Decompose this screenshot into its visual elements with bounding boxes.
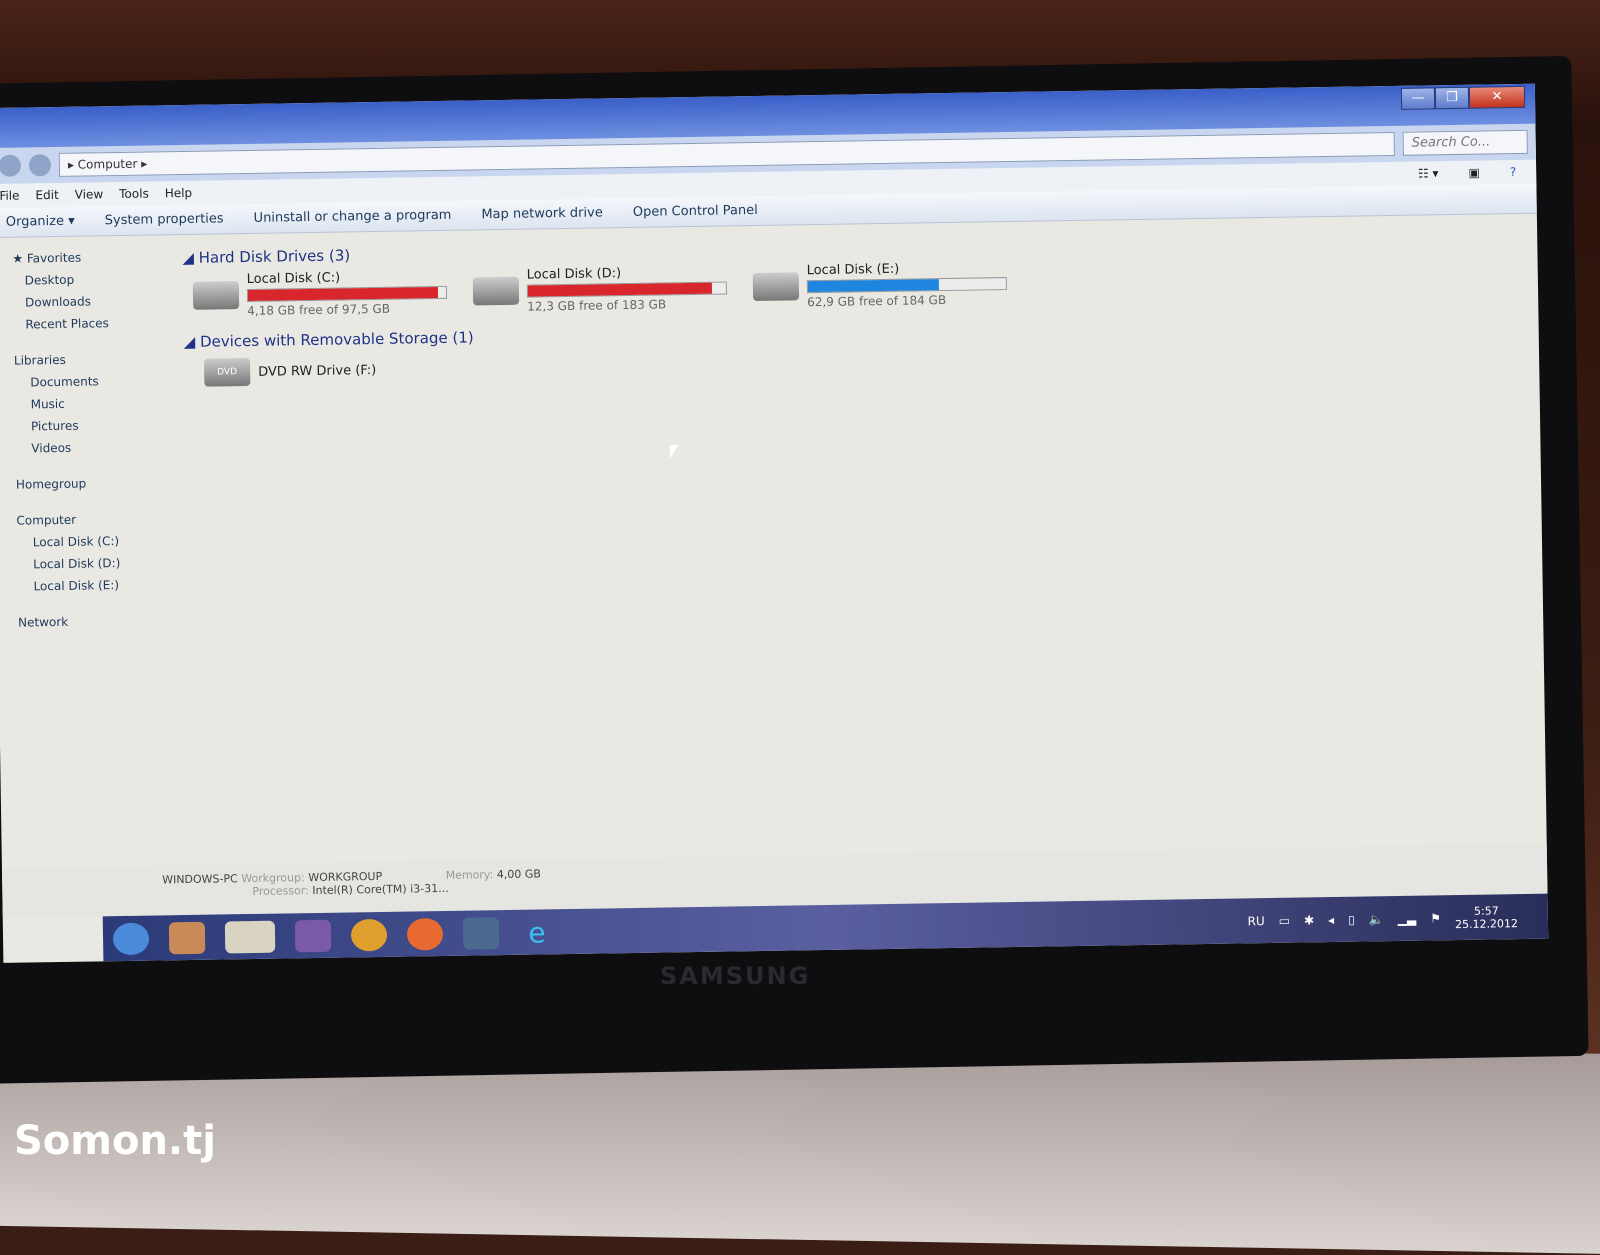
nav-downloads[interactable]: Downloads: [13, 289, 173, 314]
nav-music[interactable]: Music: [14, 391, 174, 416]
nav-network[interactable]: Network: [18, 609, 178, 634]
hard-disk-drive[interactable]: Local Disk (E:) 62,9 GB free of 184 GB: [752, 260, 1014, 310]
removable-group-header[interactable]: ◢ Devices with Removable Storage (1): [184, 312, 1539, 351]
nav-libraries[interactable]: Libraries: [14, 347, 174, 372]
help-icon[interactable]: ?: [1510, 160, 1517, 184]
organize-button[interactable]: Organize ▾: [6, 207, 75, 237]
processor-value: Intel(R) Core(TM) i3-31...: [312, 881, 449, 898]
drive-name: Local Disk (E:): [806, 261, 900, 279]
drive-name: Local Disk (D:): [526, 266, 622, 283]
menu-tools[interactable]: Tools: [119, 182, 149, 206]
open-control-panel-button[interactable]: Open Control Panel: [633, 196, 759, 227]
drive-usage-fill: [247, 286, 439, 301]
watermark: Somon.tj: [14, 1118, 216, 1164]
nav-local-disk-d[interactable]: Local Disk (D:): [17, 551, 177, 576]
navigation-pane: ★ Favorites Desktop Downloads Recent Pla…: [0, 235, 182, 868]
hard-disk-icon: [752, 272, 800, 302]
nav-desktop[interactable]: Desktop: [13, 267, 173, 292]
nox-icon[interactable]: [462, 916, 500, 950]
menu-view[interactable]: View: [75, 182, 104, 206]
keyboard-icon[interactable]: ▭: [1279, 913, 1291, 927]
drive-usage-fill: [807, 279, 939, 293]
uninstall-program-button[interactable]: Uninstall or change a program: [253, 201, 452, 233]
chrome-icon[interactable]: [350, 918, 388, 951]
clock[interactable]: 5:57 25.12.2012: [1455, 904, 1518, 931]
network-icon[interactable]: ▁▃: [1398, 911, 1417, 925]
menu-edit[interactable]: Edit: [35, 183, 59, 207]
nav-recent-places[interactable]: Recent Places: [13, 311, 173, 336]
volume-icon[interactable]: 🔈: [1369, 912, 1384, 926]
drive-name: DVD RW Drive (F:): [258, 362, 377, 380]
internet-explorer-icon[interactable]: e: [519, 916, 555, 949]
memory-label: Memory:: [445, 868, 494, 882]
processor-label: Processor:: [252, 884, 309, 898]
visual-studio-icon[interactable]: [294, 919, 332, 952]
explorer-icon[interactable]: [224, 920, 276, 953]
start-button[interactable]: [112, 922, 150, 955]
screen: — ❐ ✕ ▸ Computer ▸ Search Co... File Edi…: [0, 83, 1549, 963]
arrow-icon[interactable]: ◂: [1328, 912, 1334, 926]
preview-pane-icon[interactable]: ▣: [1468, 161, 1480, 185]
system-tray: RU ▭ ✱ ◂ ▯ 🔈 ▁▃ ⚑ 5:57 25.12.2012: [1247, 903, 1548, 934]
system-properties-button[interactable]: System properties: [104, 204, 224, 235]
menu-file[interactable]: File: [0, 184, 20, 208]
drive-free-space: 62,9 GB free of 184 GB: [807, 293, 947, 310]
nav-local-disk-c[interactable]: Local Disk (C:): [17, 529, 177, 554]
bluetooth-icon[interactable]: ✱: [1304, 913, 1314, 927]
memory-value: 4,00 GB: [496, 867, 541, 882]
forward-button[interactable]: [28, 154, 52, 177]
hard-disk-drive[interactable]: Local Disk (C:) 4,18 GB free of 97,5 GB: [192, 269, 454, 319]
restore-button[interactable]: ❐: [1434, 86, 1470, 110]
drive-name: Local Disk (C:): [246, 270, 341, 287]
drive-free-space: 4,18 GB free of 97,5 GB: [247, 301, 391, 318]
hard-disk-icon: [472, 276, 520, 306]
nav-favorites[interactable]: ★ Favorites: [12, 245, 172, 270]
hard-disk-icon: [192, 281, 240, 310]
hard-disk-drive[interactable]: Local Disk (D:) 12,3 GB free of 183 GB: [472, 264, 734, 314]
back-button[interactable]: [0, 154, 22, 177]
dvd-drive-icon: DVD: [203, 357, 251, 387]
pc-name: WINDOWS-PC: [162, 872, 238, 887]
nav-homegroup[interactable]: Homegroup: [16, 471, 176, 496]
nav-pictures[interactable]: Pictures: [15, 413, 175, 438]
map-network-drive-button[interactable]: Map network drive: [481, 198, 603, 229]
minimize-button[interactable]: —: [1400, 87, 1436, 110]
nav-computer[interactable]: Computer: [16, 507, 176, 532]
workgroup-label: Workgroup:: [241, 871, 305, 886]
nav-local-disk-e[interactable]: Local Disk (E:): [17, 573, 177, 598]
content-pane: ◢ Hard Disk Drives (3) Local Disk (C:) 4,…: [172, 214, 1547, 865]
menu-help[interactable]: Help: [165, 181, 193, 205]
firefox-icon[interactable]: [406, 917, 444, 951]
drive-usage-fill: [527, 282, 713, 297]
nav-documents[interactable]: Documents: [14, 369, 174, 394]
battery-icon[interactable]: ▯: [1348, 912, 1355, 926]
nav-videos[interactable]: Videos: [15, 435, 175, 460]
action-center-flag-icon[interactable]: ⚑: [1430, 911, 1441, 925]
media-icon[interactable]: [168, 921, 206, 954]
language-indicator[interactable]: RU: [1247, 914, 1264, 928]
close-button[interactable]: ✕: [1468, 85, 1526, 109]
workgroup-value: WORKGROUP: [308, 869, 383, 885]
search-input[interactable]: Search Co...: [1402, 129, 1528, 156]
dvd-drive[interactable]: DVD DVD RW Drive (F:): [203, 355, 464, 387]
breadcrumb-computer: Computer: [77, 156, 138, 172]
mouse-cursor-icon: [670, 445, 678, 459]
drive-free-space: 12,3 GB free of 183 GB: [527, 297, 667, 314]
view-options-icon[interactable]: ☷ ▾: [1418, 161, 1439, 185]
drive-usage-bar: [526, 281, 728, 298]
drive-usage-bar: [806, 277, 1007, 294]
brand-logo: SAMSUNG: [660, 962, 811, 990]
drive-usage-bar: [246, 285, 448, 302]
